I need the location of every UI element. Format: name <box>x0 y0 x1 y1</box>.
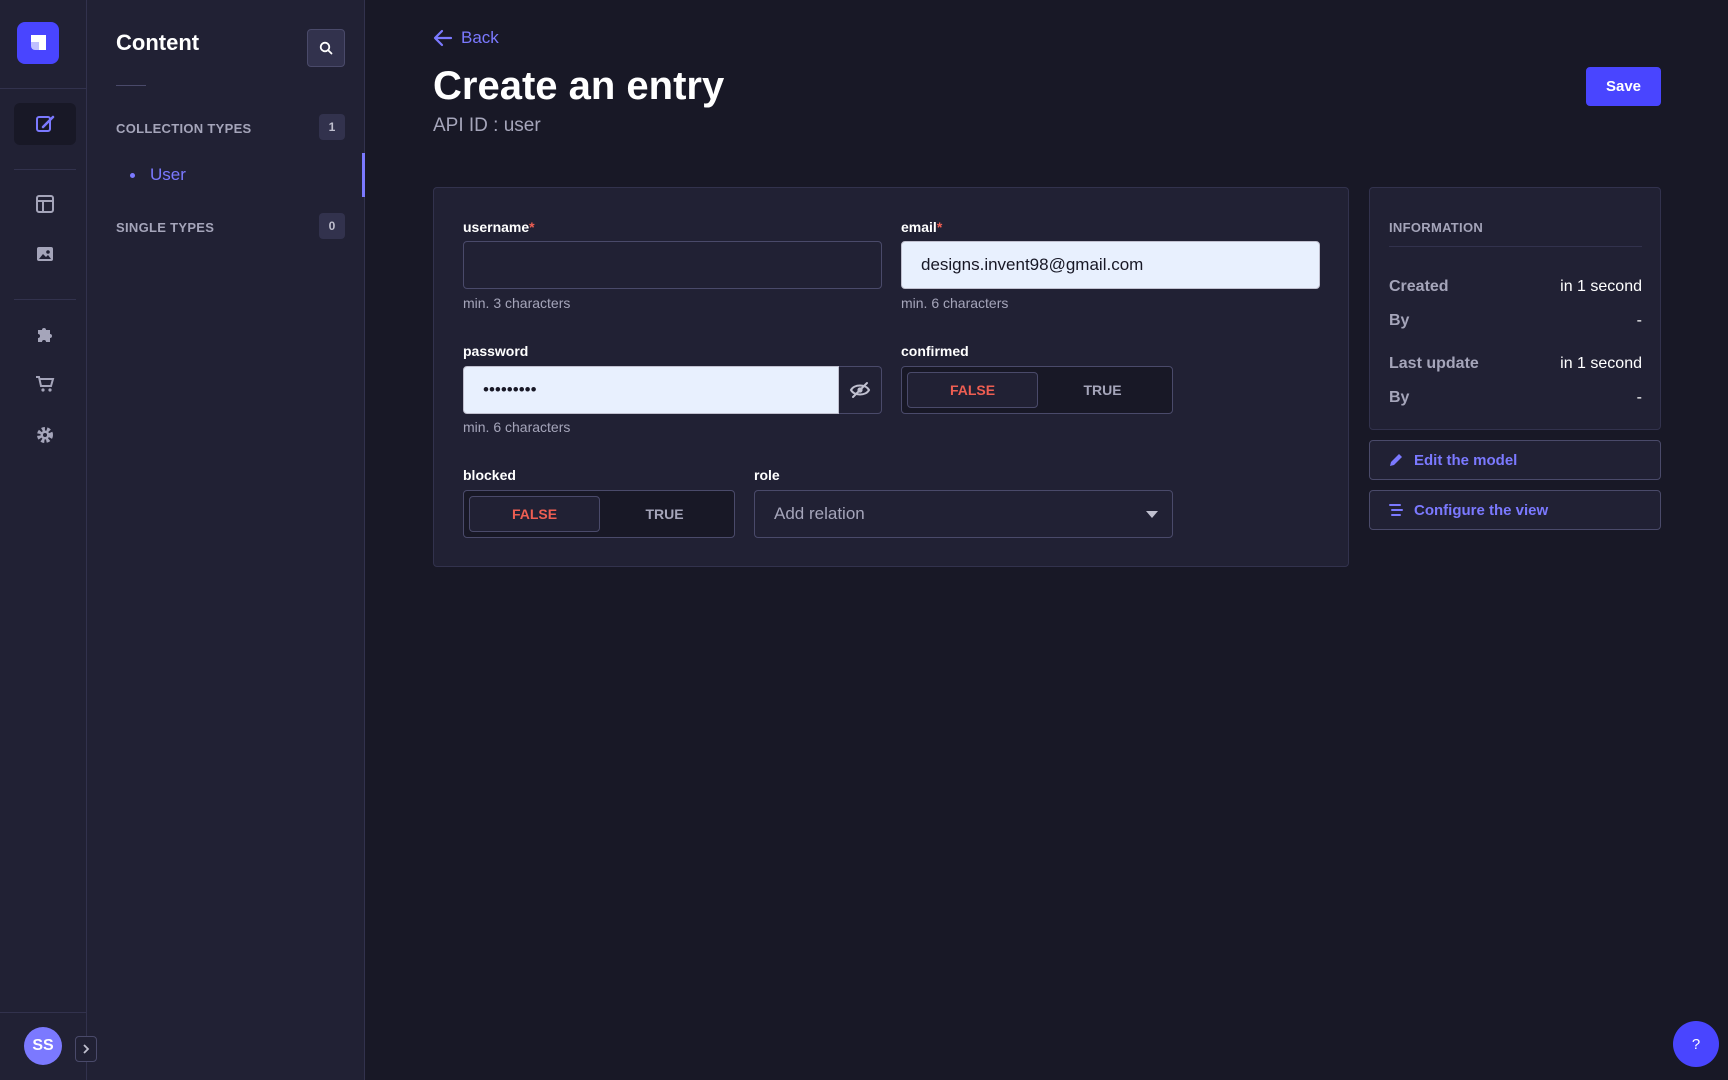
required-asterisk: * <box>936 219 943 235</box>
blocked-false-option[interactable]: FALSE <box>469 496 600 532</box>
nav-marketplace[interactable] <box>14 363 76 405</box>
nav-settings[interactable] <box>14 414 76 456</box>
created-by-row: By - <box>1389 312 1642 330</box>
single-types-heading[interactable]: SINGLE TYPES <box>116 220 214 235</box>
back-link[interactable]: Back <box>433 28 499 48</box>
list-settings-icon <box>1389 504 1403 516</box>
information-divider <box>1389 246 1642 247</box>
pencil-icon <box>1390 454 1402 466</box>
user-avatar[interactable]: SS <box>24 1027 62 1065</box>
main-nav-rail: SS <box>0 0 97 1080</box>
username-label: username* <box>463 219 535 235</box>
help-button[interactable]: ? <box>1673 1021 1719 1067</box>
collection-types-count-badge: 1 <box>319 114 345 140</box>
page-title: Create an entry <box>433 64 725 108</box>
email-label: email* <box>901 219 942 235</box>
chevron-right-icon <box>83 1044 90 1054</box>
nav-media-library[interactable] <box>14 233 76 275</box>
information-heading: INFORMATION <box>1389 220 1484 235</box>
layout-icon <box>36 195 54 213</box>
created-by-label: By <box>1389 312 1410 329</box>
information-panel: INFORMATION Created in 1 second By - Las… <box>1369 187 1661 430</box>
configure-view-button[interactable]: Configure the view <box>1369 490 1661 530</box>
search-icon <box>319 41 333 55</box>
confirmed-label: confirmed <box>901 343 969 359</box>
sidebar-title-divider <box>116 85 146 86</box>
sidebar-title: Content <box>116 30 200 55</box>
image-icon <box>37 247 53 261</box>
password-hint: min. 6 characters <box>463 419 571 435</box>
single-types-count-badge: 0 <box>319 213 345 239</box>
created-by-value: - <box>1636 312 1642 329</box>
entry-form: username* min. 3 characters email* desig… <box>433 187 1349 567</box>
toggle-password-visibility-button[interactable] <box>839 366 882 414</box>
caret-down-icon <box>1146 511 1158 518</box>
puzzle-icon <box>38 328 52 342</box>
cart-icon <box>36 376 55 392</box>
sidebar-item-label: User <box>150 165 186 184</box>
email-input[interactable]: designs.invent98@gmail.com <box>901 241 1320 289</box>
nav-content-type-builder[interactable] <box>14 183 76 225</box>
created-row: Created in 1 second <box>1389 278 1642 296</box>
feather-pen-icon <box>36 115 55 132</box>
blocked-label: blocked <box>463 467 516 483</box>
username-hint: min. 3 characters <box>463 295 571 311</box>
role-relation-select[interactable]: Add relation <box>754 490 1173 538</box>
arrow-left-icon <box>433 29 453 47</box>
edit-model-label: Edit the model <box>1414 451 1518 469</box>
last-update-label: Last update <box>1389 355 1479 372</box>
blocked-true-option[interactable]: TRUE <box>600 496 729 532</box>
required-asterisk: * <box>529 219 535 235</box>
configure-view-label: Configure the view <box>1414 501 1549 519</box>
last-update-value: in 1 second <box>1560 355 1642 372</box>
confirmed-false-option[interactable]: FALSE <box>907 372 1038 408</box>
password-input[interactable]: ••••••••• <box>463 366 839 414</box>
email-hint: min. 6 characters <box>901 295 1009 311</box>
bullet-dot <box>130 172 135 178</box>
last-update-row: Last update in 1 second <box>1389 355 1642 373</box>
expand-nav-button[interactable] <box>75 1036 97 1062</box>
content-sidebar: Content COLLECTION TYPES 1 User SINGLE T… <box>87 0 365 1080</box>
confirmed-toggle: FALSE TRUE <box>901 366 1173 414</box>
logo-icon <box>31 35 46 50</box>
rail-divider <box>14 299 76 300</box>
updated-by-row: By - <box>1389 389 1642 407</box>
updated-by-label: By <box>1389 389 1410 406</box>
sidebar-item-user[interactable]: User <box>87 153 365 197</box>
edit-model-button[interactable]: Edit the model <box>1369 440 1661 480</box>
rail-divider <box>0 88 87 89</box>
save-button[interactable]: Save <box>1586 67 1661 106</box>
gear-icon <box>37 427 53 443</box>
password-label: password <box>463 343 529 359</box>
eye-off-icon <box>849 382 871 398</box>
username-input[interactable] <box>463 241 882 289</box>
rail-divider <box>0 1012 87 1013</box>
username-label-text: username <box>463 219 530 235</box>
api-id-subtitle: API ID : user <box>433 115 541 136</box>
nav-content-manager[interactable] <box>14 103 76 145</box>
role-label: role <box>754 467 780 483</box>
nav-plugins[interactable] <box>14 313 76 355</box>
collection-types-heading[interactable]: COLLECTION TYPES <box>116 121 252 136</box>
created-value: in 1 second <box>1560 278 1642 295</box>
sidebar-search-button[interactable] <box>307 29 345 67</box>
rail-divider <box>14 169 76 170</box>
email-label-text: email <box>901 219 937 235</box>
created-label: Created <box>1389 278 1449 295</box>
strapi-logo[interactable] <box>17 22 59 64</box>
back-label: Back <box>461 28 499 47</box>
confirmed-true-option[interactable]: TRUE <box>1038 372 1167 408</box>
role-select-placeholder: Add relation <box>774 504 865 523</box>
updated-by-value: - <box>1636 389 1642 406</box>
blocked-toggle: FALSE TRUE <box>463 490 735 538</box>
